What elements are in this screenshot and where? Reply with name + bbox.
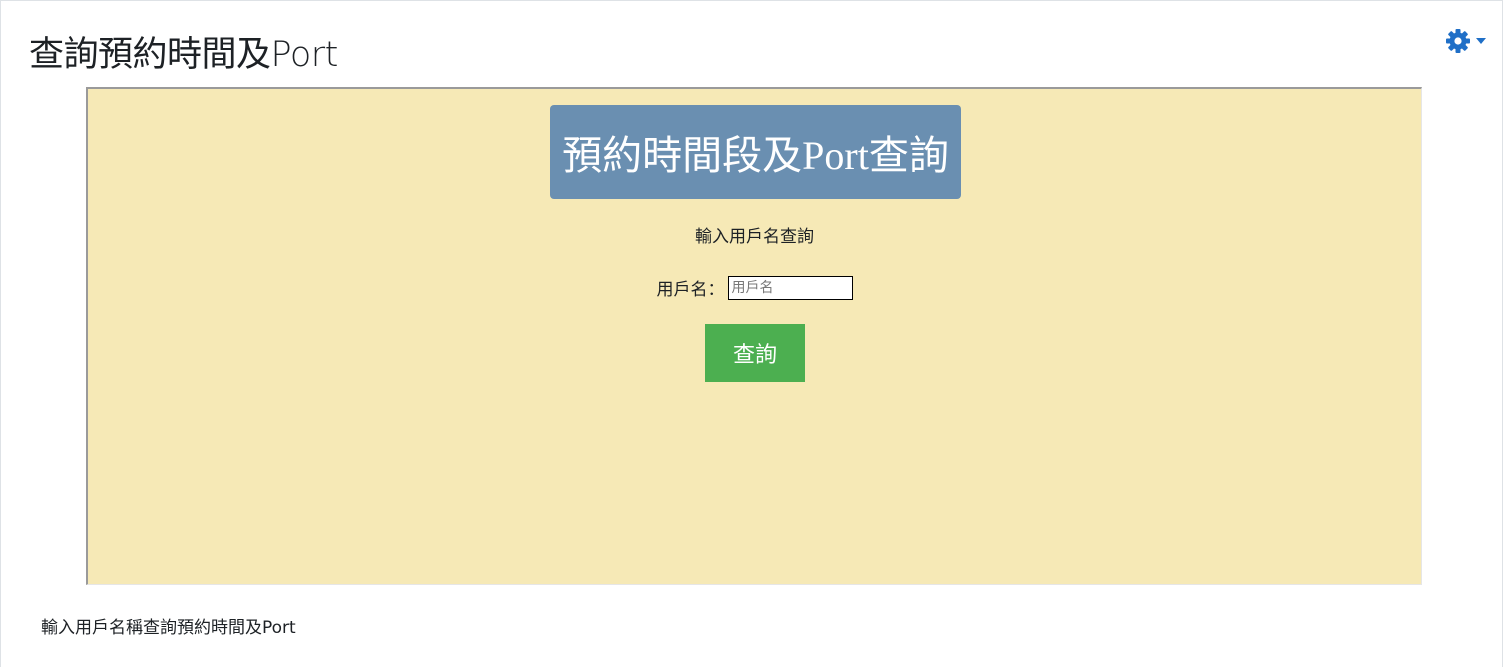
page-description: 輸入用戶名稱查詢預約時間及Port [41, 618, 296, 638]
gear-icon [1444, 27, 1472, 55]
banner-title: 預約時間段及Port查詢 [550, 105, 961, 199]
username-field-row: 用戶名： [88, 275, 1421, 300]
page: 查詢預約時間及Port 預約時間段及Port查詢 輸入用戶名查詢 用戶名： 用戶… [0, 0, 1503, 667]
username-label: 用戶名： [656, 280, 725, 300]
username-input[interactable] [727, 275, 853, 300]
query-button[interactable]: 查詢 [705, 324, 805, 382]
page-title: 查詢預約時間及Port [29, 35, 338, 75]
caret-down-icon [1476, 37, 1486, 45]
embedded-query-frame: 預約時間段及Port查詢 輸入用戶名查詢 用戶名： 查詢 [86, 87, 1422, 585]
settings-menu-button[interactable] [1444, 27, 1486, 55]
subheading: 輸入用戶名查詢 [695, 227, 814, 247]
